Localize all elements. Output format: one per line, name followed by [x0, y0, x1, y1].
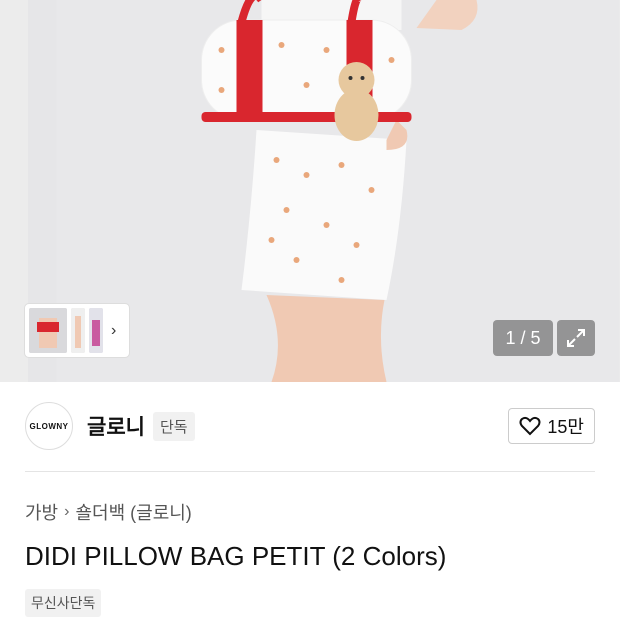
breadcrumb: 가방 › 숄더백 (글로니)	[25, 499, 192, 525]
expand-icon	[567, 329, 585, 347]
breadcrumb-item-subcategory[interactable]: 숄더백 (글로니)	[75, 499, 191, 525]
expand-button[interactable]	[557, 320, 595, 356]
thumbnail-3[interactable]	[89, 308, 103, 353]
exclusive-badge: 단독	[152, 411, 195, 441]
thumbnail-1[interactable]	[29, 308, 67, 353]
like-count: 15만	[547, 417, 584, 437]
brand-row: GLOWNY 글로니 단독 15만	[25, 401, 595, 451]
brand-name[interactable]: 글로니	[87, 411, 145, 441]
chevron-right-icon[interactable]: ›	[111, 322, 116, 340]
divider	[25, 471, 595, 472]
product-tag: 무신사단독	[25, 589, 102, 617]
brand-logo[interactable]: GLOWNY	[25, 402, 73, 450]
thumbnail-strip[interactable]: ›	[25, 304, 129, 357]
like-button[interactable]: 15만	[508, 408, 595, 444]
image-counter: 1 / 5	[493, 320, 553, 356]
product-image-gallery[interactable]: › 1 / 5	[0, 0, 620, 382]
breadcrumb-item-category[interactable]: 가방	[25, 499, 58, 525]
heart-icon	[519, 416, 541, 436]
thumbnail-2[interactable]	[71, 308, 85, 353]
product-title: DIDI PILLOW BAG PETIT (2 Colors)	[25, 541, 447, 571]
chevron-right-icon: ›	[64, 503, 70, 520]
